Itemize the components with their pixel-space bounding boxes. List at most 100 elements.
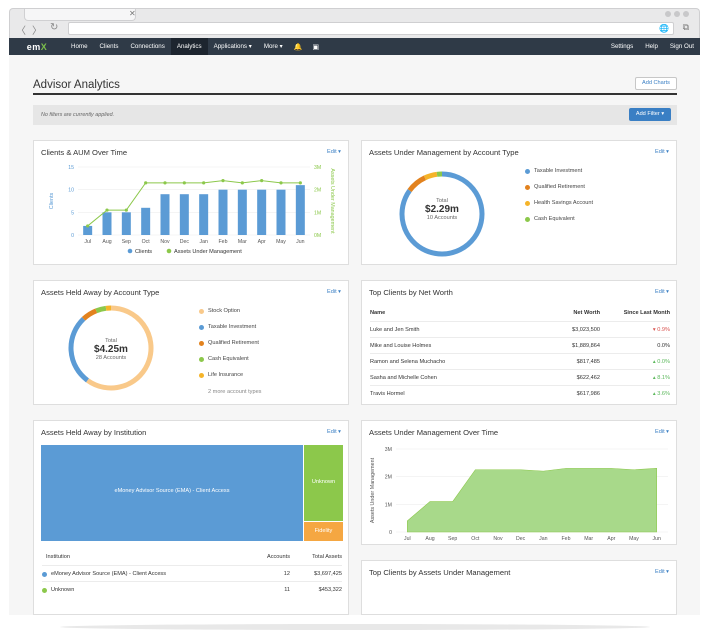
legend-label: Stock Option	[208, 308, 241, 314]
clients-bar	[179, 194, 189, 235]
x-tick: Aug	[425, 536, 434, 542]
add-charts-button[interactable]: Add Charts	[635, 77, 677, 90]
x-tick: Jan	[539, 536, 547, 542]
edit-button[interactable]: Edit ▾	[655, 569, 669, 575]
x-tick: Feb	[562, 536, 571, 542]
net-worth-value: $1,889,864	[572, 343, 600, 349]
back-icon[interactable]: 〈	[16, 22, 26, 37]
app-navbar: em X Home Clients Connections Analytics Appli…	[9, 38, 700, 55]
table-row[interactable]: Unknown 11 $453,322	[42, 581, 342, 597]
client-name: Ramon and Selena Muchacho	[370, 359, 446, 365]
y-right-axis-label: Assets Under Management	[329, 168, 335, 234]
y-tick: 2M	[385, 475, 392, 481]
nav-link-clients[interactable]: Clients	[94, 38, 125, 55]
column-header[interactable]: Institution	[46, 554, 70, 560]
reload-icon[interactable]: ↻	[50, 22, 58, 33]
y-axis-label: Assets Under Management	[370, 457, 376, 523]
add-filter-button[interactable]: Add Filter ▾	[629, 108, 671, 121]
column-header[interactable]: Net Worth	[573, 310, 600, 316]
aum-line	[87, 180, 301, 227]
treemap-block-fidelity[interactable]: Fidelity	[304, 522, 343, 541]
aum-type-legend: Taxable Investment Qualified Retirement He…	[525, 168, 665, 238]
column-header[interactable]: Since Last Month	[624, 310, 670, 316]
total-assets: $3,697,425	[314, 571, 342, 577]
x-tick: Apr	[258, 239, 266, 245]
x-tick: Apr	[607, 536, 615, 542]
client-name: Luke and Jen Smith	[370, 327, 420, 333]
account-count: 11	[284, 587, 290, 593]
column-header[interactable]: Total Assets	[312, 554, 342, 560]
bell-icon[interactable]: 🔔	[289, 43, 308, 51]
legend-swatch	[199, 341, 204, 346]
close-icon[interactable]: ✕	[129, 9, 136, 18]
legend-label: Clients	[135, 249, 152, 255]
treemap-block-ema[interactable]: eMoney Advisor Source (EMA) - Client Acc…	[41, 445, 303, 541]
aum-point	[202, 181, 206, 185]
browser-tab[interactable]: ✕	[24, 9, 136, 21]
x-tick: Dec	[180, 239, 190, 245]
clients-bar	[295, 185, 305, 235]
x-tick: Jun	[296, 239, 304, 245]
more-account-types-link[interactable]: 2 more account types	[208, 389, 261, 395]
aum-point	[144, 181, 148, 185]
clients-bar	[160, 194, 170, 235]
nav-link-more[interactable]: More ▾	[258, 38, 289, 55]
logo-text: em	[26, 41, 41, 52]
nav-link-sign-out[interactable]: Sign Out	[664, 38, 700, 55]
table-row[interactable]: Luke and Jen Smith $3,023,500 ▾ 0.9%	[370, 321, 670, 337]
nav-link-applications[interactable]: Applications ▾	[208, 38, 258, 55]
net-worth-value: $617,986	[576, 391, 600, 397]
aum-area-chart: 0 1M 2M 3M Assets Under Management Jul Aug Sep O…	[370, 447, 668, 542]
table-row[interactable]: Travis Hormel $617,986 ▴ 3.6%	[370, 385, 670, 401]
legend-swatch	[199, 357, 204, 362]
treemap-label: Unknown	[311, 479, 336, 485]
monthly-change: ▴ 8.1%	[652, 375, 670, 381]
nav-right-links: Settings Help Sign Out	[605, 38, 700, 55]
treemap-block-unknown[interactable]: Unknown	[304, 445, 343, 521]
edit-button[interactable]: Edit ▾	[327, 289, 341, 295]
edit-button[interactable]: Edit ▾	[655, 149, 669, 155]
nav-link-home[interactable]: Home	[65, 38, 94, 55]
legend-label: Assets Under Management	[174, 249, 242, 255]
clients-bar	[257, 189, 267, 235]
nav-link-settings[interactable]: Settings	[605, 38, 639, 55]
globe-icon: 🌐	[659, 24, 669, 33]
donut-slice	[81, 308, 98, 321]
legend-label: Life Insurance	[208, 372, 244, 378]
x-tick: May	[276, 239, 286, 245]
x-tick: May	[629, 536, 639, 542]
forward-icon[interactable]: 〉	[32, 22, 42, 37]
x-tick: Mar	[238, 239, 247, 245]
edit-button[interactable]: Edit ▾	[327, 429, 341, 435]
legend-swatch	[199, 309, 204, 314]
nav-link-help[interactable]: Help	[639, 38, 664, 55]
legend-label: Taxable Investment	[534, 168, 583, 174]
client-name: Mike and Louise Holmes	[370, 343, 432, 349]
account-count: 12	[283, 571, 290, 577]
legend-label: Taxable Investment	[208, 324, 257, 330]
donut-slice	[95, 305, 107, 314]
table-row[interactable]: Mike and Louise Holmes $1,889,864 0.0%	[370, 337, 670, 353]
table-row[interactable]: Sasha and Michelle Cohen $622,462 ▴ 8.1%	[370, 369, 670, 385]
address-bar[interactable]: 🌐	[68, 22, 674, 35]
y-right-tick: 2M	[314, 188, 321, 194]
logo-accent: X	[40, 41, 48, 52]
card-title: Assets Under Management by Account Type	[369, 148, 519, 157]
aum-over-time-card: Assets Under Management Over Time Edit ▾…	[361, 420, 677, 545]
table-row[interactable]: Ramon and Selena Muchacho $817,485 ▴ 0.0%	[370, 353, 670, 369]
x-tick: Sep	[122, 239, 131, 245]
edit-button[interactable]: Edit ▾	[655, 289, 669, 295]
extension-icon[interactable]: ⧉	[683, 23, 689, 33]
filter-status: No filters are currently applied.	[41, 112, 115, 118]
column-header[interactable]: Accounts	[267, 554, 290, 560]
nav-link-analytics[interactable]: Analytics	[170, 38, 208, 55]
column-header[interactable]: Name	[370, 310, 385, 316]
nav-link-connections[interactable]: Connections	[124, 38, 170, 55]
clients-bar	[121, 212, 131, 235]
table-row[interactable]: eMoney Advisor Source (EMA) - Client Acc…	[42, 565, 342, 581]
box-icon[interactable]: ▣	[307, 43, 324, 51]
donut-total-value: $2.29m	[425, 204, 459, 215]
emx-logo[interactable]: em X	[9, 38, 65, 55]
held-away-type-legend: Stock Option Taxable Investment Qualified …	[199, 308, 339, 398]
x-tick: Dec	[516, 536, 526, 542]
